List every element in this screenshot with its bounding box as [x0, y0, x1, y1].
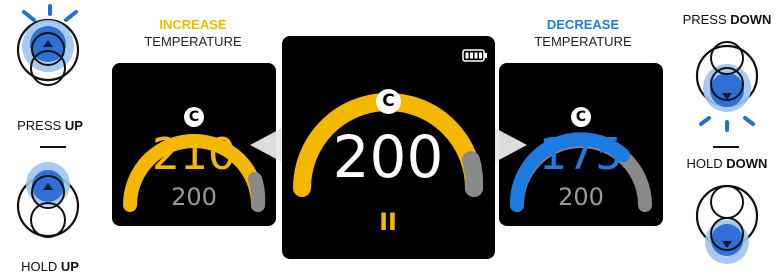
pause-status-indicator: II	[379, 208, 397, 236]
press-down-label: PRESS DOWN	[682, 12, 772, 27]
hold-down-icon	[695, 184, 759, 264]
press-up-label: PRESS UP	[17, 118, 83, 133]
current-temperature-right: 200	[558, 183, 604, 211]
current-temperature-left: 200	[171, 183, 217, 211]
unit-badge-center: C	[376, 89, 401, 114]
hold-up-label: HOLD UP	[21, 259, 79, 274]
hold-down-control[interactable]	[677, 172, 777, 278]
divider-left	[40, 146, 66, 148]
decrease-heading-line1: DECREASE	[546, 17, 620, 32]
main-display-panel: C 200 II	[282, 36, 495, 259]
decrease-temperature-heading: DECREASE TEMPERATURE	[518, 16, 648, 50]
arrow-left-icon	[250, 128, 282, 162]
hold-up-control[interactable]	[0, 150, 100, 260]
increase-heading-line2: TEMPERATURE	[144, 34, 242, 49]
target-temperature-right: 175	[539, 129, 623, 180]
divider-right	[713, 146, 739, 148]
decrease-heading-line2: TEMPERATURE	[534, 34, 632, 49]
target-temperature-left: 210	[152, 129, 236, 180]
arrow-right-icon	[495, 128, 527, 162]
press-down-icon	[695, 41, 759, 132]
press-up-icon	[16, 4, 80, 86]
hold-down-label: HOLD DOWN	[686, 156, 768, 171]
current-temperature-center: 200	[332, 123, 444, 191]
increase-heading-line1: INCREASE	[159, 17, 227, 32]
unit-badge-left: C	[184, 107, 204, 127]
unit-badge-right: C	[571, 107, 591, 127]
increase-temperature-heading: INCREASE TEMPERATURE	[128, 16, 258, 50]
battery-icon	[462, 49, 487, 62]
press-down-control[interactable]	[677, 28, 777, 144]
press-up-control[interactable]	[0, 0, 100, 120]
hold-up-icon	[16, 162, 80, 238]
